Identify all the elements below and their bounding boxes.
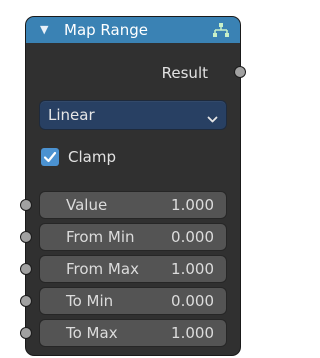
value-field[interactable]: Value 1.000 — [40, 192, 226, 218]
from-max-input-socket[interactable] — [21, 264, 31, 274]
interpolation-type-value: Linear — [48, 106, 95, 124]
from-min-field[interactable]: From Min 0.000 — [40, 224, 226, 250]
node-tree-icon — [212, 22, 230, 38]
clamp-label[interactable]: Clamp — [68, 147, 116, 167]
to-min-input-socket[interactable] — [21, 296, 31, 306]
value-field-label: Value — [66, 196, 108, 214]
map-range-node[interactable]: ▼ Map Range Result Linear Clamp Value 1.… — [21, 17, 245, 355]
collapse-triangle-icon[interactable]: ▼ — [40, 22, 48, 38]
to-min-field-number[interactable]: 0.000 — [171, 291, 214, 311]
from-min-field-label: From Min — [66, 228, 135, 246]
to-max-input-socket[interactable] — [21, 328, 31, 338]
from-max-field[interactable]: From Max 1.000 — [40, 256, 226, 282]
from-min-field-number[interactable]: 0.000 — [171, 227, 214, 247]
from-max-field-number[interactable]: 1.000 — [171, 259, 214, 279]
node-title: Map Range — [64, 21, 148, 39]
value-input-socket[interactable] — [21, 200, 31, 210]
clamp-checkbox[interactable] — [41, 148, 59, 166]
checkmark-icon — [43, 151, 57, 163]
result-output-socket[interactable] — [235, 67, 245, 77]
chevron-down-icon — [207, 110, 218, 123]
interpolation-type-dropdown[interactable]: Linear — [40, 101, 226, 129]
value-field-number[interactable]: 1.000 — [171, 195, 214, 215]
node-header[interactable]: ▼ Map Range — [26, 17, 240, 43]
result-output-label: Result — [161, 64, 208, 82]
to-max-field[interactable]: To Max 1.000 — [40, 320, 226, 346]
from-min-input-socket[interactable] — [21, 232, 31, 242]
from-max-field-label: From Max — [66, 260, 139, 278]
to-min-field-label: To Min — [66, 292, 114, 310]
to-min-field[interactable]: To Min 0.000 — [40, 288, 226, 314]
to-max-field-number[interactable]: 1.000 — [171, 323, 214, 343]
to-max-field-label: To Max — [66, 324, 118, 342]
